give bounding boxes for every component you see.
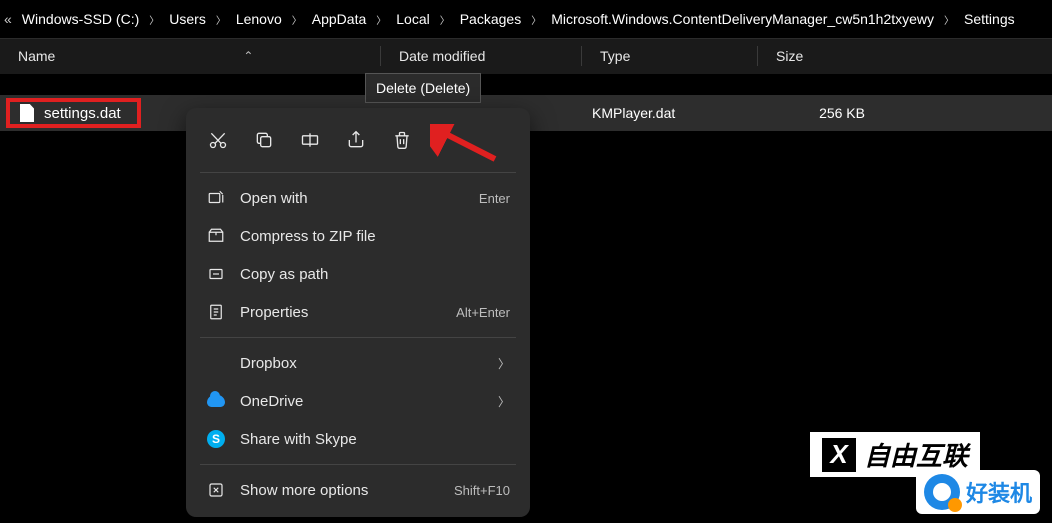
menu-label: Copy as path xyxy=(240,266,510,283)
properties-icon xyxy=(206,302,226,322)
column-header-size[interactable]: Size xyxy=(758,48,878,64)
column-label: Name xyxy=(18,48,55,64)
chevron-right-icon[interactable]: 〉 xyxy=(370,12,392,27)
chevron-right-icon[interactable]: 〉 xyxy=(210,12,232,27)
breadcrumb-item[interactable]: Local xyxy=(392,11,433,27)
chevron-right-icon[interactable]: 〉 xyxy=(143,12,165,27)
delete-tooltip: Delete (Delete) xyxy=(365,73,481,103)
context-menu: Open with Enter Compress to ZIP file Cop… xyxy=(186,108,530,517)
menu-label: OneDrive xyxy=(240,393,484,410)
breadcrumb-item[interactable]: Settings xyxy=(960,11,1019,27)
file-type: KMPlayer.dat xyxy=(580,105,755,121)
dropbox-icon xyxy=(206,353,226,373)
menu-label: Properties xyxy=(240,304,442,321)
copy-path-item[interactable]: Copy as path xyxy=(186,255,530,293)
file-size: 256 KB xyxy=(755,105,875,121)
open-with-item[interactable]: Open with Enter xyxy=(186,179,530,217)
breadcrumb-item[interactable]: Microsoft.Windows.ContentDeliveryManager… xyxy=(547,11,938,27)
column-header-name[interactable]: Name ⌃ xyxy=(0,48,380,64)
chevron-right-icon: 〉 xyxy=(498,355,510,372)
chevron-right-icon[interactable]: 〉 xyxy=(525,12,547,27)
menu-separator xyxy=(200,172,516,173)
column-header-row: Name ⌃ Date modified Type Size xyxy=(0,38,1052,74)
onedrive-icon xyxy=(206,391,226,411)
chevron-right-icon[interactable]: 〉 xyxy=(286,12,308,27)
chevron-right-icon[interactable]: 〉 xyxy=(434,12,456,27)
breadcrumb-item[interactable]: Lenovo xyxy=(232,11,286,27)
watermark-badge-icon xyxy=(924,474,960,510)
menu-separator xyxy=(200,464,516,465)
breadcrumb-item[interactable]: Users xyxy=(165,11,210,27)
menu-label: Share with Skype xyxy=(240,431,510,448)
show-more-item[interactable]: Show more options Shift+F10 xyxy=(186,471,530,509)
more-icon xyxy=(206,480,226,500)
column-header-date[interactable]: Date modified xyxy=(381,48,581,64)
file-name: settings.dat xyxy=(44,105,121,122)
watermark-text: 好装机 xyxy=(966,476,1032,508)
copy-button[interactable] xyxy=(250,126,278,154)
breadcrumb-item[interactable]: AppData xyxy=(308,11,370,27)
breadcrumb-item[interactable]: Windows-SSD (C:) xyxy=(18,11,143,27)
menu-shortcut: Alt+Enter xyxy=(456,305,510,320)
menu-label: Open with xyxy=(240,190,465,207)
delete-button[interactable] xyxy=(388,126,416,154)
menu-shortcut: Enter xyxy=(479,191,510,206)
context-toolbar xyxy=(186,116,530,166)
chevron-right-icon[interactable]: 〉 xyxy=(938,12,960,27)
menu-label: Dropbox xyxy=(240,355,484,372)
column-label: Date modified xyxy=(399,48,485,64)
breadcrumb-item[interactable]: Packages xyxy=(456,11,525,27)
open-with-icon xyxy=(206,188,226,208)
properties-item[interactable]: Properties Alt+Enter xyxy=(186,293,530,331)
menu-label: Show more options xyxy=(240,482,440,499)
cut-button[interactable] xyxy=(204,126,232,154)
share-button[interactable] xyxy=(342,126,370,154)
zip-icon xyxy=(206,226,226,246)
rename-button[interactable] xyxy=(296,126,324,154)
file-icon xyxy=(20,104,34,122)
copy-path-icon xyxy=(206,264,226,284)
dropbox-item[interactable]: Dropbox 〉 xyxy=(186,344,530,382)
chevron-right-icon: 〉 xyxy=(498,393,510,410)
skype-item[interactable]: S Share with Skype xyxy=(186,420,530,458)
compress-zip-item[interactable]: Compress to ZIP file xyxy=(186,217,530,255)
onedrive-item[interactable]: OneDrive 〉 xyxy=(186,382,530,420)
sort-chevron-icon: ⌃ xyxy=(243,49,253,63)
column-header-type[interactable]: Type xyxy=(582,48,757,64)
breadcrumb-overflow[interactable]: « xyxy=(4,11,18,27)
column-label: Size xyxy=(776,48,803,64)
menu-label: Compress to ZIP file xyxy=(240,228,510,245)
menu-shortcut: Shift+F10 xyxy=(454,483,510,498)
watermark-text: 自由互联 xyxy=(864,436,968,473)
skype-icon: S xyxy=(206,429,226,449)
watermark-haozhuangji: 好装机 xyxy=(916,470,1040,514)
watermark-x-icon: X xyxy=(822,438,856,472)
menu-separator xyxy=(200,337,516,338)
breadcrumb[interactable]: « Windows-SSD (C:)〉 Users〉 Lenovo〉 AppDa… xyxy=(0,0,1052,38)
column-label: Type xyxy=(600,48,630,64)
